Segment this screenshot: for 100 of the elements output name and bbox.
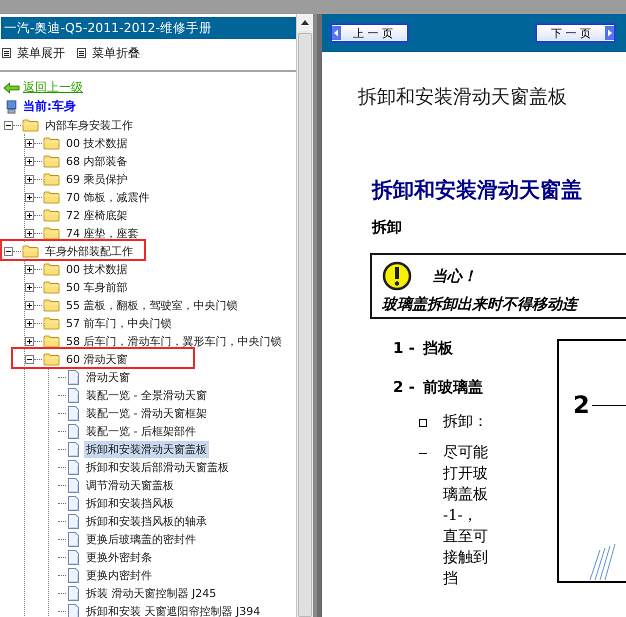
expand-icon[interactable]	[25, 300, 34, 310]
section-heading: 拆卸和安装滑动天窗盖	[372, 177, 583, 204]
tree-item[interactable]: 滑动天窗	[84, 368, 132, 386]
folder-icon	[43, 172, 60, 186]
part-name: 前玻璃盖	[422, 378, 483, 397]
arrow-right-icon	[605, 26, 614, 40]
previous-page-button[interactable]: 上 一 页	[330, 23, 409, 43]
folder-icon	[43, 136, 60, 150]
tree-item[interactable]: 拆卸和安装后部滑动天窗盖板	[84, 458, 231, 476]
folder-icon	[43, 334, 60, 348]
folder-icon	[22, 244, 39, 258]
tree-item[interactable]: 00 技术数据	[64, 134, 130, 152]
document-icon	[67, 424, 80, 438]
expand-icon[interactable]	[25, 156, 34, 166]
callout-number: 2	[572, 391, 590, 419]
part-name: 挡板	[422, 339, 453, 358]
tree-item[interactable]: 装配一览 - 滑动天窗框架	[84, 404, 209, 422]
tree-item[interactable]: 拆卸和安装 天窗遮阳帘控制器 J394	[84, 602, 262, 617]
document-icon	[67, 388, 80, 402]
scrollbar[interactable]	[296, 14, 313, 617]
document-icon	[67, 514, 80, 528]
expand-icon[interactable]	[25, 336, 34, 346]
step-text: 尽可能打开玻璃盖板 -1-，直至可接触到挡	[443, 442, 489, 589]
folder-icon	[43, 298, 60, 312]
folder-icon	[43, 352, 60, 366]
checkbox-icon	[419, 419, 427, 427]
document-icon	[67, 532, 80, 546]
folder-icon	[43, 226, 60, 240]
document-icon	[67, 604, 80, 617]
tree-item[interactable]: 更换内密封件	[84, 566, 154, 584]
step-text: 拆卸：	[443, 411, 489, 432]
tree-item[interactable]: 内部车身安装工作	[43, 116, 135, 134]
tree-item[interactable]: 更换外密封条	[84, 548, 154, 566]
tree-item[interactable]: 00 技术数据	[64, 260, 130, 278]
expand-icon[interactable]	[25, 282, 34, 292]
expand-icon[interactable]	[25, 138, 34, 148]
document-icon	[67, 442, 80, 456]
folder-icon	[43, 190, 60, 204]
tree-item[interactable]: 69 乘员保护	[64, 170, 130, 188]
document-icon	[67, 550, 80, 564]
folder-icon	[43, 262, 60, 276]
collapse-icon[interactable]	[25, 354, 34, 364]
folder-icon	[22, 118, 39, 132]
tree-item[interactable]: 72 座椅底架	[64, 206, 130, 224]
expand-icon[interactable]	[25, 210, 34, 220]
document-icon	[67, 460, 80, 474]
folder-icon	[43, 208, 60, 222]
tree-item[interactable]: 更换后玻璃盖的密封件	[84, 530, 198, 548]
caret-up-icon	[301, 20, 309, 25]
tree-item[interactable]: 拆卸和安装滑动天窗盖板	[84, 440, 209, 458]
tree-item[interactable]: 装配一览 - 后框架部件	[84, 422, 198, 440]
document-icon	[67, 496, 80, 510]
folder-icon	[43, 280, 60, 294]
expand-icon[interactable]	[25, 192, 34, 202]
arrow-left-icon	[3, 80, 20, 94]
menu-button[interactable]: 菜单展开	[2, 44, 65, 62]
page-title: 拆卸和安装滑动天窗盖板	[358, 85, 568, 110]
document-icon	[67, 370, 80, 384]
dash-icon	[419, 453, 427, 454]
tree-item[interactable]: 拆装 滑动天窗控制器 J245	[84, 584, 218, 602]
tree-item[interactable]: 68 内部装备	[64, 152, 130, 170]
leader-line	[592, 404, 626, 406]
tree-item[interactable]: 拆卸和安装挡风板的轴承	[84, 512, 209, 530]
arrow-left-icon	[332, 26, 341, 40]
part-number: 2 -	[393, 378, 415, 397]
folder-icon	[43, 154, 60, 168]
tree-item[interactable]: 车身外部装配工作	[43, 242, 135, 260]
tree-item[interactable]: 60 滑动天窗	[64, 350, 130, 368]
tree-item[interactable]: 74 座垫，座套	[64, 224, 140, 242]
caution-title: 当心！	[432, 266, 477, 286]
document-icon	[67, 478, 80, 492]
document-icon	[67, 568, 80, 582]
tree-item[interactable]: 调节滑动天窗盖板	[84, 476, 176, 494]
expand-icon[interactable]	[25, 318, 34, 328]
scroll-up-button[interactable]	[297, 14, 313, 31]
part-number: 1 -	[393, 339, 415, 358]
tree-item[interactable]: 57 前车门，中央门锁	[64, 314, 174, 332]
tree-item[interactable]: 58 后车门，滑动车门，翼形车门，中央门锁	[64, 332, 284, 350]
next-page-button[interactable]: 下 一 页	[535, 23, 616, 43]
collapse-icon[interactable]	[4, 246, 13, 256]
document-icon	[67, 406, 80, 420]
warning-icon	[382, 261, 412, 291]
tree-item[interactable]: 50 车身前部	[64, 278, 130, 296]
collapse-icon[interactable]	[4, 120, 13, 130]
tree-item[interactable]: 装配一览 - 全景滑动天窗	[84, 386, 209, 404]
subheading: 拆卸	[372, 218, 403, 237]
expand-icon[interactable]	[25, 228, 34, 238]
current-location: 当前:车身	[23, 98, 76, 115]
tree-item[interactable]: 55 盖板，翻板，驾驶室，中央门锁	[64, 296, 240, 314]
document-icon	[67, 586, 80, 600]
scroll-thumb[interactable]	[298, 33, 312, 617]
part-outline-drawing	[589, 543, 616, 581]
tree-item[interactable]: 拆卸和安装挡风板	[84, 494, 176, 512]
expand-icon[interactable]	[25, 264, 34, 274]
menu-button[interactable]: 菜单折叠	[77, 44, 140, 62]
caution-text: 玻璃盖拆卸出来时不得移动连	[382, 295, 626, 314]
list-icon	[77, 48, 86, 58]
expand-icon[interactable]	[25, 174, 34, 184]
tree-item[interactable]: 70 饰板，减震件	[64, 188, 152, 206]
folder-icon	[43, 316, 60, 330]
